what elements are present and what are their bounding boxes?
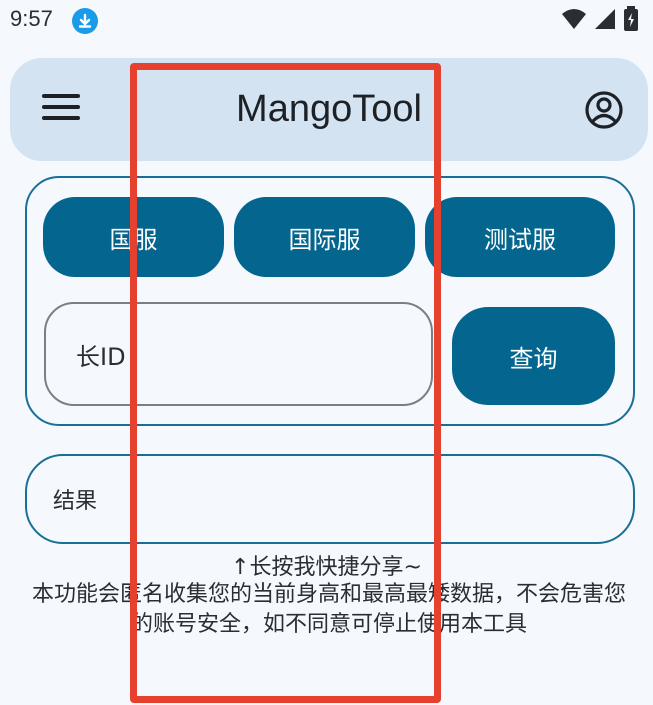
app-title: MangoTool: [236, 88, 422, 130]
signal-icon: [595, 9, 615, 29]
long-id-placeholder: 长ID: [76, 342, 126, 371]
result-label: 结果: [53, 489, 98, 514]
account-icon[interactable]: [584, 90, 624, 130]
disclaimer-text: 本功能会匿名收集您的当前身高和最高最矮数据，不会危害您的账号安全，如不同意可停止…: [31, 582, 626, 637]
download-icon: [72, 8, 98, 34]
top-app-bar: MangoTool: [10, 58, 648, 161]
server-button-test[interactable]: 测试服: [425, 197, 615, 277]
query-button[interactable]: 查询: [452, 307, 615, 405]
share-hint[interactable]: ↑长按我快捷分享~: [0, 549, 653, 581]
long-id-input[interactable]: 长ID: [44, 302, 433, 406]
server-button-cn[interactable]: 国服: [43, 197, 224, 277]
result-field: 结果: [25, 454, 635, 544]
battery-icon: [624, 6, 638, 31]
server-button-global[interactable]: 国际服: [234, 197, 415, 277]
status-bar: 9:57: [0, 0, 653, 44]
status-time: 9:57: [10, 6, 53, 31]
wifi-icon: [562, 9, 586, 29]
